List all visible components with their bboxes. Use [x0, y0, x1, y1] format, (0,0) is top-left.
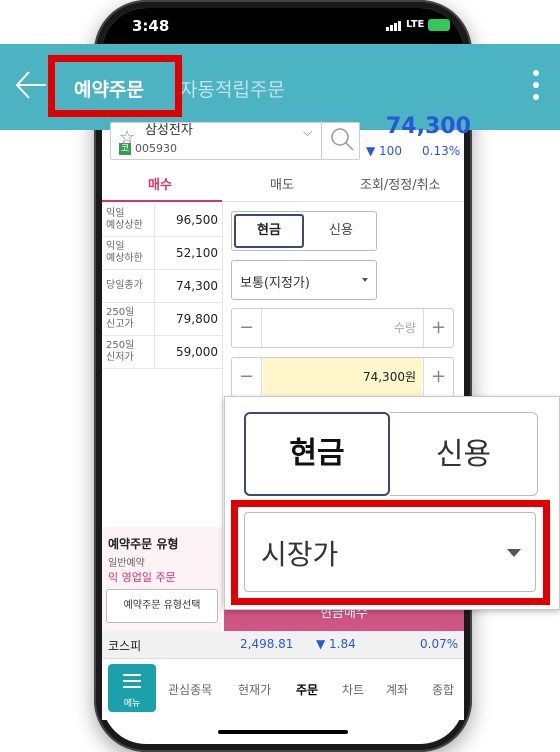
- nav-order[interactable]: 주문: [296, 681, 318, 698]
- index-change: ▼ 1.84: [316, 637, 356, 651]
- tab-buy[interactable]: 매수: [148, 174, 172, 193]
- highlight-box: [231, 500, 550, 605]
- status-bar: 3:48 LTE: [102, 8, 464, 44]
- table-row: 익일 예상하한 52,100: [102, 237, 222, 270]
- reserve-type-select-button[interactable]: 예약주문 유형선택: [106, 589, 218, 623]
- nav-account[interactable]: 계좌: [386, 681, 408, 698]
- stock-name: 삼성전자: [145, 123, 193, 138]
- row-label: 익일 예상하한: [106, 241, 143, 264]
- reserve-type: 일반예약: [108, 558, 145, 569]
- order-type-select[interactable]: 보통(지정가): [231, 260, 377, 300]
- menu-label: 메뉴: [123, 699, 141, 709]
- menu-button[interactable]: 메뉴: [108, 664, 156, 712]
- kospi-ticker: 코스피 2,498.81 ▼ 1.84 0.07%: [102, 631, 464, 659]
- nav-summary[interactable]: 종합: [432, 681, 454, 698]
- quantity-stepper: − 수량 +: [231, 308, 454, 348]
- status-time: 3:48: [132, 17, 170, 35]
- more-options-icon[interactable]: [530, 70, 542, 108]
- battery-icon: [428, 19, 450, 31]
- zoom-cash-button[interactable]: 현금: [244, 412, 390, 496]
- highlight-box: [48, 55, 182, 117]
- tab-underline: [102, 200, 222, 202]
- zoom-credit-button[interactable]: 신용: [390, 412, 538, 496]
- reserve-order-panel: 예약주문 유형 일반예약 익 영업일 주문 예약주문 유형선택: [102, 527, 222, 631]
- nav-current-price[interactable]: 현재가: [238, 681, 271, 698]
- table-row: 익일 예상상한 96,500: [102, 204, 222, 237]
- reserve-next-day: 익 영업일 주문: [108, 571, 176, 584]
- plus-button[interactable]: +: [423, 309, 453, 347]
- row-value: 59,000: [176, 345, 218, 359]
- cash-credit-toggle: 현금 신용: [231, 211, 377, 251]
- price-stepper: − 74,300원 +: [231, 357, 454, 397]
- divider: [154, 204, 155, 369]
- index-pct: 0.07%: [420, 637, 459, 651]
- minus-button[interactable]: −: [232, 358, 262, 396]
- home-indicator: [218, 730, 348, 734]
- row-label: 250일 신저가: [106, 340, 135, 363]
- row-label: 당일종가: [106, 280, 143, 291]
- divider: [222, 204, 223, 604]
- tab-sell[interactable]: 매도: [270, 174, 294, 193]
- price-change: ▼ 100: [366, 144, 402, 158]
- credit-button[interactable]: 신용: [306, 214, 376, 248]
- minus-button[interactable]: −: [232, 309, 262, 347]
- nav-chart[interactable]: 차트: [342, 681, 364, 698]
- order-type-value: 보통(지정가): [240, 276, 310, 291]
- index-value: 2,498.81: [240, 637, 294, 651]
- row-value: 74,300: [176, 279, 218, 293]
- cash-button[interactable]: 현금: [234, 214, 304, 248]
- chevron-down-icon[interactable]: ⌵: [303, 125, 312, 140]
- back-arrow-icon[interactable]: [14, 68, 48, 102]
- order-tabs: 매수 매도 조회/정정/취소: [102, 168, 464, 202]
- market-badge: 코: [119, 143, 131, 155]
- nav-watchlist[interactable]: 관심종목: [168, 681, 212, 698]
- stock-selector[interactable]: ☆ 삼성전자 코 005930 ⌵: [110, 121, 361, 160]
- table-row: 당일종가 74,300: [102, 270, 222, 303]
- row-value: 79,800: [176, 312, 218, 326]
- price-info-table: 익일 예상상한 96,500 익일 예상하한 52,100 당일종가 74,30…: [102, 204, 222, 369]
- bottom-nav: 메뉴 관심종목 현재가 주문 차트 계좌 종합: [102, 660, 464, 720]
- row-label: 익일 예상상한: [106, 208, 143, 231]
- stock-code: 005930: [135, 142, 177, 155]
- index-name: 코스피: [108, 639, 142, 653]
- search-icon: [331, 128, 354, 151]
- table-row: 250일 신저가 59,000: [102, 336, 222, 369]
- tab-auto-accumulate-order[interactable]: 자동적립주문: [180, 75, 285, 102]
- row-label: 250일 신고가: [106, 307, 135, 330]
- row-value: 52,100: [176, 246, 218, 260]
- search-button[interactable]: [321, 121, 361, 159]
- network-label: LTE: [406, 19, 425, 30]
- tab-inquiry[interactable]: 조회/정정/취소: [360, 174, 441, 193]
- price-input[interactable]: 74,300원: [263, 358, 422, 396]
- table-row: 250일 신고가 79,800: [102, 303, 222, 336]
- current-price: 74,300: [386, 114, 471, 139]
- row-value: 96,500: [176, 213, 218, 227]
- price-change-pct: 0.13%: [422, 144, 461, 158]
- plus-button[interactable]: +: [423, 358, 453, 396]
- reserve-title: 예약주문 유형: [108, 537, 179, 551]
- zoom-cash-credit-toggle: 현금 신용: [244, 412, 538, 496]
- dropdown-arrow-icon: [362, 278, 368, 282]
- signal-icon: [386, 20, 402, 31]
- quantity-input[interactable]: 수량: [263, 309, 422, 347]
